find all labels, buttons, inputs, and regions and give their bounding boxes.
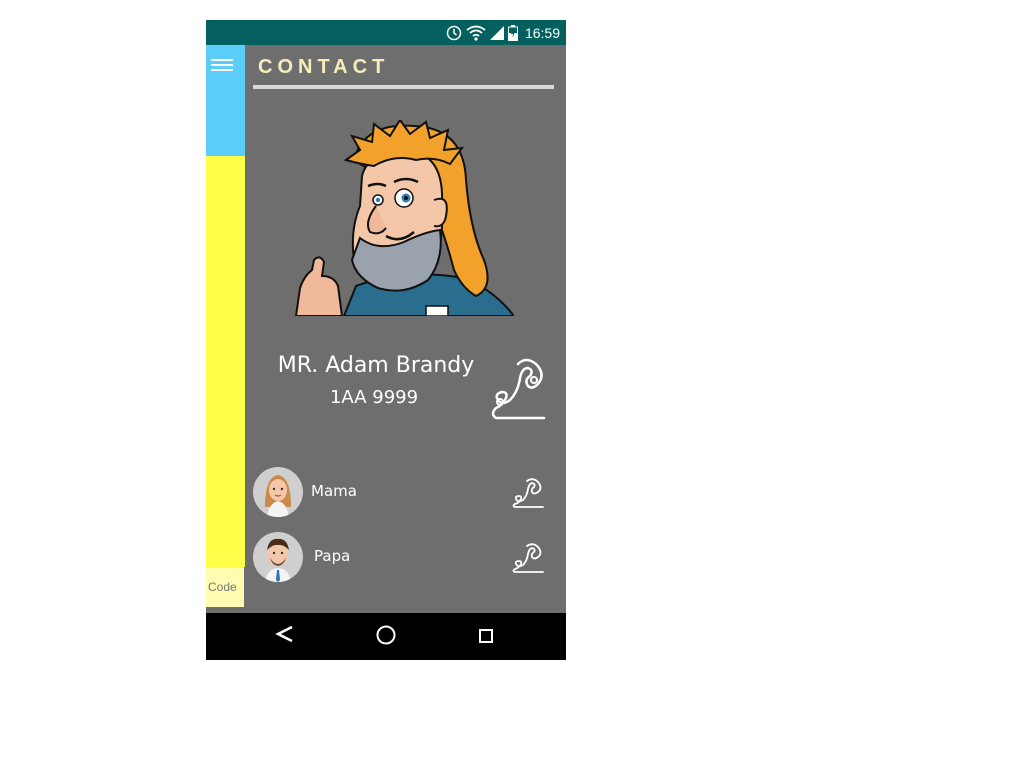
contact-code: 1AA 9999 — [329, 387, 419, 408]
contact-name-mama: Mama — [311, 482, 357, 500]
status-time: 16:59 — [524, 25, 560, 41]
contact-name: MR. Adam Brandy — [277, 353, 475, 378]
sidebar-top-block — [206, 45, 245, 156]
alarm-icon — [446, 25, 462, 41]
recents-icon[interactable] — [456, 613, 516, 660]
phone-handset-icon[interactable] — [511, 478, 545, 508]
back-icon[interactable] — [256, 613, 316, 660]
man-avatar — [253, 532, 303, 582]
contact-name-papa: Papa — [314, 547, 351, 565]
cartoon-man-avatar — [294, 120, 514, 316]
phone-handset-icon[interactable] — [488, 358, 548, 420]
sidebar-middle-block — [206, 156, 245, 567]
home-icon[interactable] — [356, 613, 416, 660]
woman-avatar — [253, 467, 303, 517]
contact-row-papa[interactable]: Papa — [253, 532, 553, 582]
navigation-bar — [206, 613, 566, 660]
status-icons: 16:59 — [446, 23, 560, 43]
sidebar: Code — [206, 45, 245, 613]
sidebar-code-item[interactable]: Code — [206, 567, 244, 607]
battery-charging-icon — [507, 25, 518, 41]
contact-row-mama[interactable]: Mama — [253, 467, 553, 517]
hamburger-menu-icon[interactable] — [211, 59, 233, 75]
title-underline — [253, 85, 554, 89]
status-bar: 16:59 — [206, 20, 566, 45]
phone-screen: 16:59 Code CONTACT MR. Adam Brandy 1AA 9… — [206, 20, 566, 660]
page-title: CONTACT — [258, 56, 390, 78]
signal-icon — [489, 26, 504, 40]
phone-handset-icon[interactable] — [511, 543, 545, 573]
wifi-icon — [466, 25, 486, 41]
